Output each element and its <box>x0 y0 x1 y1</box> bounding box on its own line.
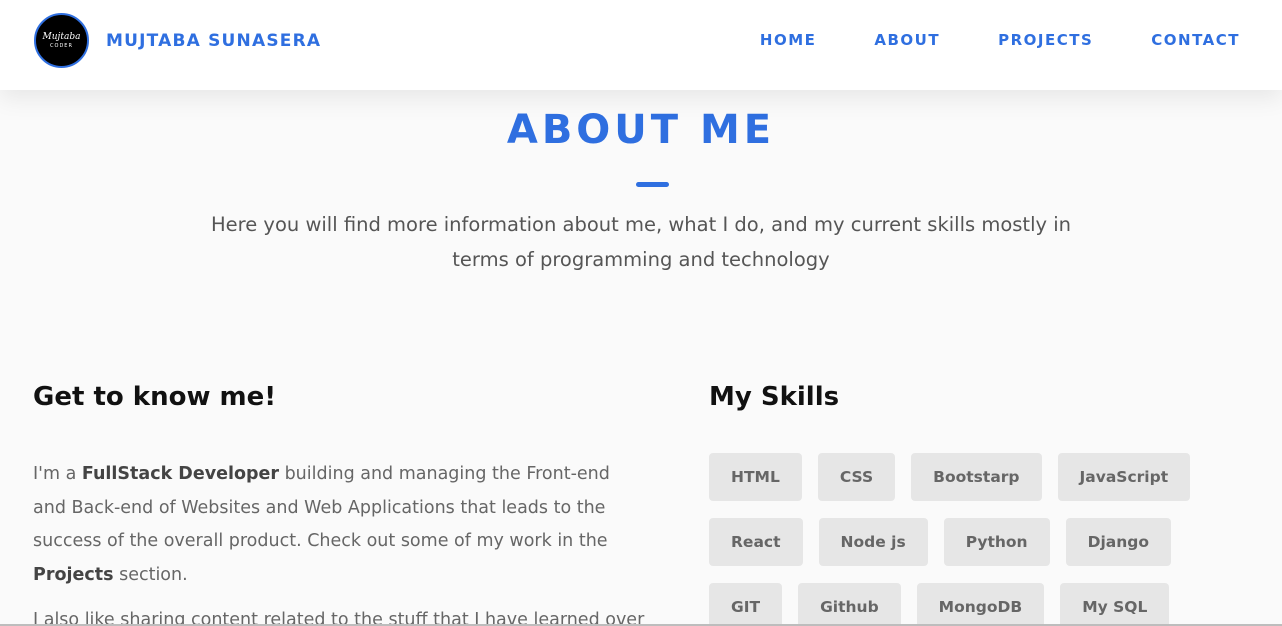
nav-projects[interactable]: PROJECTS <box>998 31 1093 49</box>
main-nav: HOME ABOUT PROJECTS CONTACT <box>702 31 1240 49</box>
intro-paragraph: I'm a FullStack Developer building and m… <box>33 458 613 592</box>
intro-projects-link: Projects <box>33 564 114 585</box>
skill-chip: HTML <box>709 453 802 501</box>
logo-script-text: Mujtaba <box>42 31 81 42</box>
about-intro-column: Get to know me! I'm a FullStack Develope… <box>33 378 645 626</box>
site-header: Mujtaba CODER MUJTABA SUNASERA HOME ABOU… <box>0 0 1282 90</box>
title-underline <box>636 182 669 187</box>
brand-name[interactable]: MUJTABA SUNASERA <box>106 31 321 51</box>
nav-contact[interactable]: CONTACT <box>1151 31 1240 49</box>
nav-home[interactable]: HOME <box>760 31 816 49</box>
intro-text-1: I'm a <box>33 464 82 484</box>
skills-column: My Skills HTML CSS Bootstarp JavaScript … <box>709 378 1269 626</box>
skill-chip: JavaScript <box>1057 453 1191 501</box>
skills-heading: My Skills <box>709 382 840 412</box>
skill-chip: MongoDB <box>916 583 1045 626</box>
skill-chip: Bootstarp <box>911 453 1042 501</box>
intro-heading: Get to know me! <box>33 382 277 412</box>
nav-about[interactable]: ABOUT <box>874 31 940 49</box>
logo-link[interactable]: Mujtaba CODER MUJTABA SUNASERA <box>34 13 321 68</box>
skill-chip: Python <box>943 518 1050 566</box>
skill-chip: Django <box>1065 518 1171 566</box>
page-title: ABOUT ME <box>506 107 776 153</box>
skill-chip: My SQL <box>1060 583 1170 626</box>
intro-text-3: section. <box>113 564 188 585</box>
skill-chip: Github <box>798 583 901 626</box>
logo-badge: Mujtaba CODER <box>34 13 89 68</box>
skill-chip: React <box>709 518 803 566</box>
skill-chip: Node js <box>818 518 928 566</box>
skills-list: HTML CSS Bootstarp JavaScript React Node… <box>709 453 1269 626</box>
page-subtitle: Here you will find more information abou… <box>210 213 1072 271</box>
skill-chip: CSS <box>817 453 896 501</box>
skill-chip: GIT <box>709 583 783 626</box>
logo-sub-text: CODER <box>50 42 73 49</box>
intro-role: FullStack Developer <box>81 464 280 484</box>
intro-paragraph-2: I also like sharing content related to t… <box>33 610 645 626</box>
